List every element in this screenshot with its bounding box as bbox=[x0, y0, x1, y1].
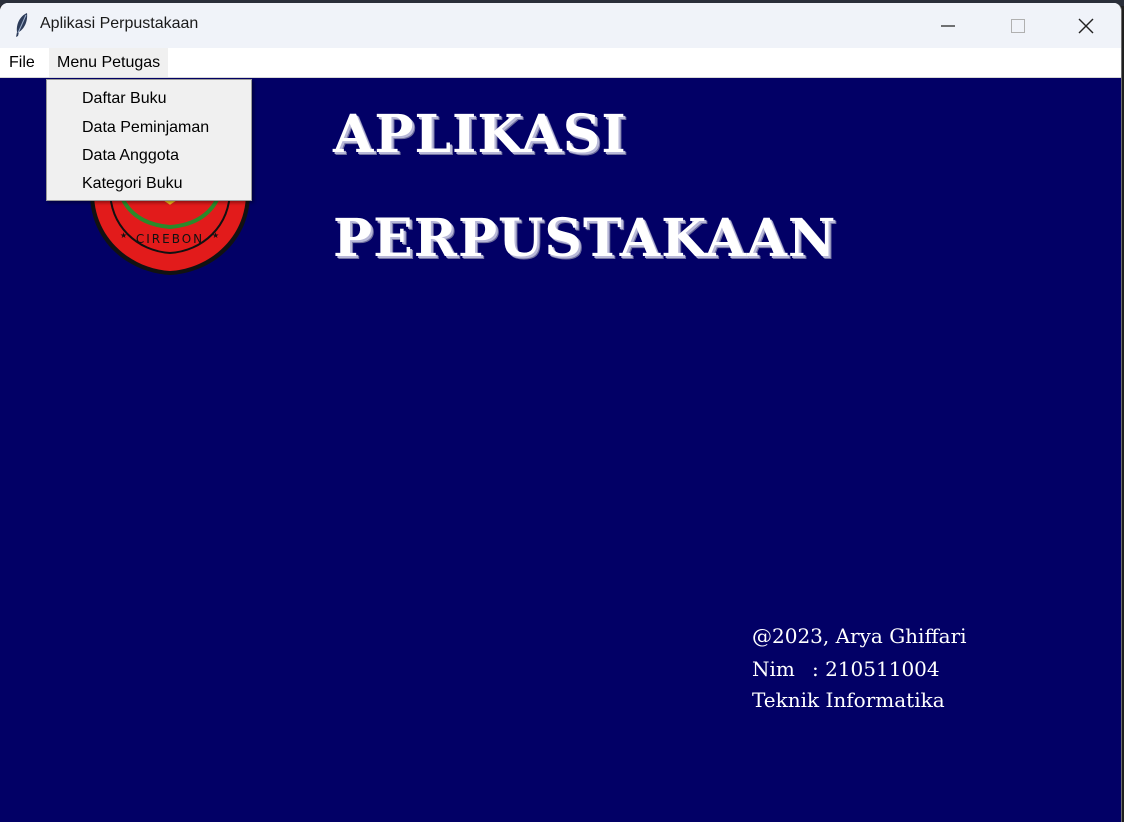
nim-label: Nim bbox=[752, 657, 795, 681]
menu-petugas-dropdown: Daftar Buku Data Peminjaman Data Anggota… bbox=[46, 79, 252, 201]
menu-item-kategori-buku[interactable]: Kategori Buku bbox=[82, 170, 183, 198]
menu-item-daftar-buku[interactable]: Daftar Buku bbox=[82, 85, 166, 113]
title-bar[interactable]: Aplikasi Perpustakaan bbox=[0, 3, 1121, 48]
minimize-icon bbox=[941, 24, 955, 27]
window-title: Aplikasi Perpustakaan bbox=[40, 15, 199, 32]
logo-text: CIREBON bbox=[136, 232, 204, 246]
minimize-button[interactable] bbox=[915, 3, 981, 48]
heading-line-1: APLIKASI bbox=[333, 104, 627, 165]
credit-nim: Nim : 210511004 bbox=[752, 657, 940, 681]
feather-icon bbox=[16, 13, 28, 37]
app-window: Aplikasi Perpustakaan File Menu Petugas … bbox=[0, 3, 1122, 822]
svg-text:★: ★ bbox=[212, 231, 219, 240]
credit-author: @2023, Arya Ghiffari bbox=[752, 624, 967, 648]
menu-petugas[interactable]: Menu Petugas bbox=[49, 48, 169, 77]
menu-bar: File Menu Petugas bbox=[0, 48, 1121, 78]
close-button[interactable] bbox=[1053, 3, 1119, 48]
close-icon bbox=[1078, 18, 1094, 33]
svg-text:★: ★ bbox=[120, 231, 127, 240]
maximize-icon bbox=[1011, 18, 1025, 33]
nim-value: : 210511004 bbox=[812, 657, 940, 681]
menu-item-data-peminjaman[interactable]: Data Peminjaman bbox=[82, 114, 209, 142]
menu-file[interactable]: File bbox=[1, 48, 43, 77]
maximize-button[interactable] bbox=[985, 3, 1051, 48]
menu-item-data-anggota[interactable]: Data Anggota bbox=[82, 142, 179, 170]
credit-department: Teknik Informatika bbox=[752, 688, 945, 712]
heading-line-2: PERPUSTAKAAN bbox=[333, 208, 837, 269]
